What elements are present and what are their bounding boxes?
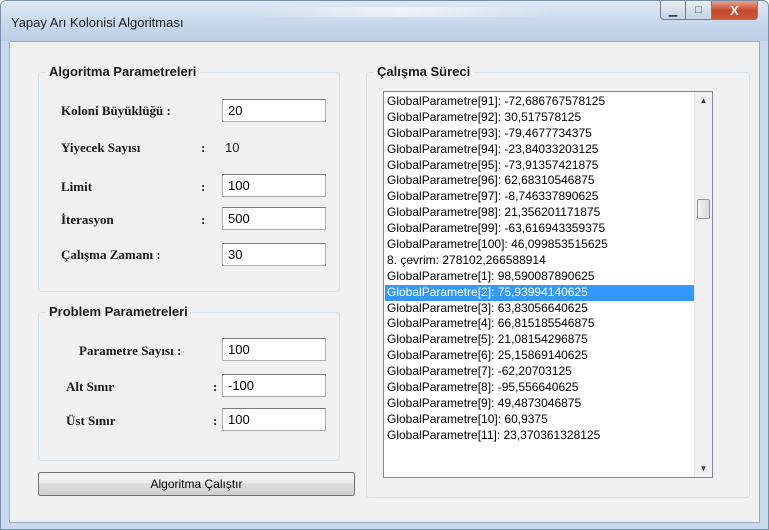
list-item[interactable]: GlobalParametre[5]: 21,08154296875 <box>385 332 697 348</box>
minimize-button[interactable]: ▁ <box>660 1 686 20</box>
list-item[interactable]: GlobalParametre[10]: 60,9375 <box>385 412 697 428</box>
lower-bound-label: Alt Sınır <box>66 379 115 394</box>
algorithm-params-group: Algoritma Parametreleri Koloni Büyüklüğü… <box>38 64 340 292</box>
food-count-label: Yiyecek Sayısı <box>61 140 141 155</box>
list-item[interactable]: GlobalParametre[91]: -72,686767578125 <box>385 94 697 110</box>
caption-buttons: ▁ □ X <box>660 1 758 21</box>
list-item[interactable]: GlobalParametre[98]: 21,356201171875 <box>385 205 697 221</box>
minimize-icon: ▁ <box>668 4 678 17</box>
list-item[interactable]: GlobalParametre[4]: 66,815185546875 <box>385 316 697 332</box>
scroll-up-arrow-icon[interactable]: ▲ <box>695 92 712 109</box>
lower-bound-colon: : <box>213 379 218 394</box>
list-item[interactable]: GlobalParametre[7]: -62,20703125 <box>385 364 697 380</box>
list-item[interactable]: GlobalParametre[3]: 63,83056640625 <box>385 301 697 317</box>
list-item[interactable]: GlobalParametre[11]: 23,370361328125 <box>385 428 697 444</box>
list-item[interactable]: GlobalParametre[93]: -79,4677734375 <box>385 126 697 142</box>
iteration-input[interactable]: 500 <box>222 207 326 230</box>
algorithm-params-title: Algoritma Parametreleri <box>46 64 200 79</box>
run-time-input[interactable]: 30 <box>222 243 326 266</box>
run-algorithm-button[interactable]: Algoritma Çalıştır <box>38 472 355 496</box>
iteration-colon: : <box>201 212 206 227</box>
list-item[interactable]: GlobalParametre[94]: -23,84033203125 <box>385 142 697 158</box>
upper-bound-colon: : <box>213 413 218 428</box>
process-title: Çalışma Süreci <box>374 64 474 79</box>
food-count-colon: : <box>201 140 206 155</box>
list-item[interactable]: GlobalParametre[95]: -73,91357421875 <box>385 158 697 174</box>
list-item[interactable]: GlobalParametre[1]: 98,590087890625 <box>385 269 697 285</box>
client-area: Algoritma Parametreleri Koloni Büyüklüğü… <box>9 41 760 523</box>
list-item[interactable]: 8. çevrim: 278102,266588914 <box>385 253 697 269</box>
problem-params-title: Problem Parametreleri <box>46 304 191 319</box>
food-count-value: 10 <box>225 140 240 155</box>
close-button[interactable]: X <box>712 1 758 20</box>
process-list-items: GlobalParametre[91]: -72,686767578125 Glo… <box>385 94 697 444</box>
window-title: Yapay Arı Kolonisi Algoritması <box>11 15 184 30</box>
process-listbox[interactable]: GlobalParametre[91]: -72,686767578125 Glo… <box>383 91 713 478</box>
upper-bound-label: Üst Sınır <box>66 413 116 428</box>
lower-bound-input[interactable]: -100 <box>222 374 326 397</box>
list-item[interactable]: GlobalParametre[6]: 25,15869140625 <box>385 348 697 364</box>
limit-label: Limit <box>61 179 93 194</box>
limit-colon: : <box>201 179 206 194</box>
title-blur <box>251 7 551 17</box>
iteration-label: İterasyon <box>61 212 114 227</box>
app-window: Yapay Arı Kolonisi Algoritması ▁ □ X Alg… <box>0 0 769 530</box>
maximize-icon: □ <box>695 4 702 16</box>
list-item[interactable]: GlobalParametre[96]: 62,68310546875 <box>385 173 697 189</box>
limit-input[interactable]: 100 <box>222 174 326 197</box>
upper-bound-input[interactable]: 100 <box>222 408 326 431</box>
list-item[interactable]: GlobalParametre[97]: -8,746337890625 <box>385 189 697 205</box>
problem-params-group: Problem Parametreleri Parametre Sayısı :… <box>38 304 340 461</box>
scroll-down-arrow-icon[interactable]: ▼ <box>695 460 712 477</box>
param-count-input[interactable]: 100 <box>222 338 326 361</box>
process-scrollbar[interactable]: ▲ ▼ <box>694 92 712 477</box>
list-item[interactable]: GlobalParametre[8]: -95,556640625 <box>385 380 697 396</box>
title-bar[interactable]: Yapay Arı Kolonisi Algoritması ▁ □ X <box>1 1 768 41</box>
scroll-thumb[interactable] <box>697 199 710 219</box>
colony-size-input[interactable]: 20 <box>222 99 326 122</box>
run-time-label: Çalışma Zamanı : <box>61 247 161 262</box>
colony-size-label: Koloni Büyüklüğü : <box>61 103 171 118</box>
param-count-label: Parametre Sayısı : <box>79 343 182 358</box>
list-item[interactable]: GlobalParametre[9]: 49,4873046875 <box>385 396 697 412</box>
process-group: Çalışma Süreci GlobalParametre[91]: -72,… <box>366 64 750 498</box>
list-item[interactable]: GlobalParametre[92]: 30,517578125 <box>385 110 697 126</box>
list-item[interactable]: GlobalParametre[99]: -63,616943359375 <box>385 221 697 237</box>
close-icon: X <box>730 2 739 18</box>
maximize-button[interactable]: □ <box>686 1 712 20</box>
list-item[interactable]: GlobalParametre[2]: 75,93994140625 <box>385 284 697 301</box>
list-item[interactable]: GlobalParametre[100]: 46,099853515625 <box>385 237 697 253</box>
